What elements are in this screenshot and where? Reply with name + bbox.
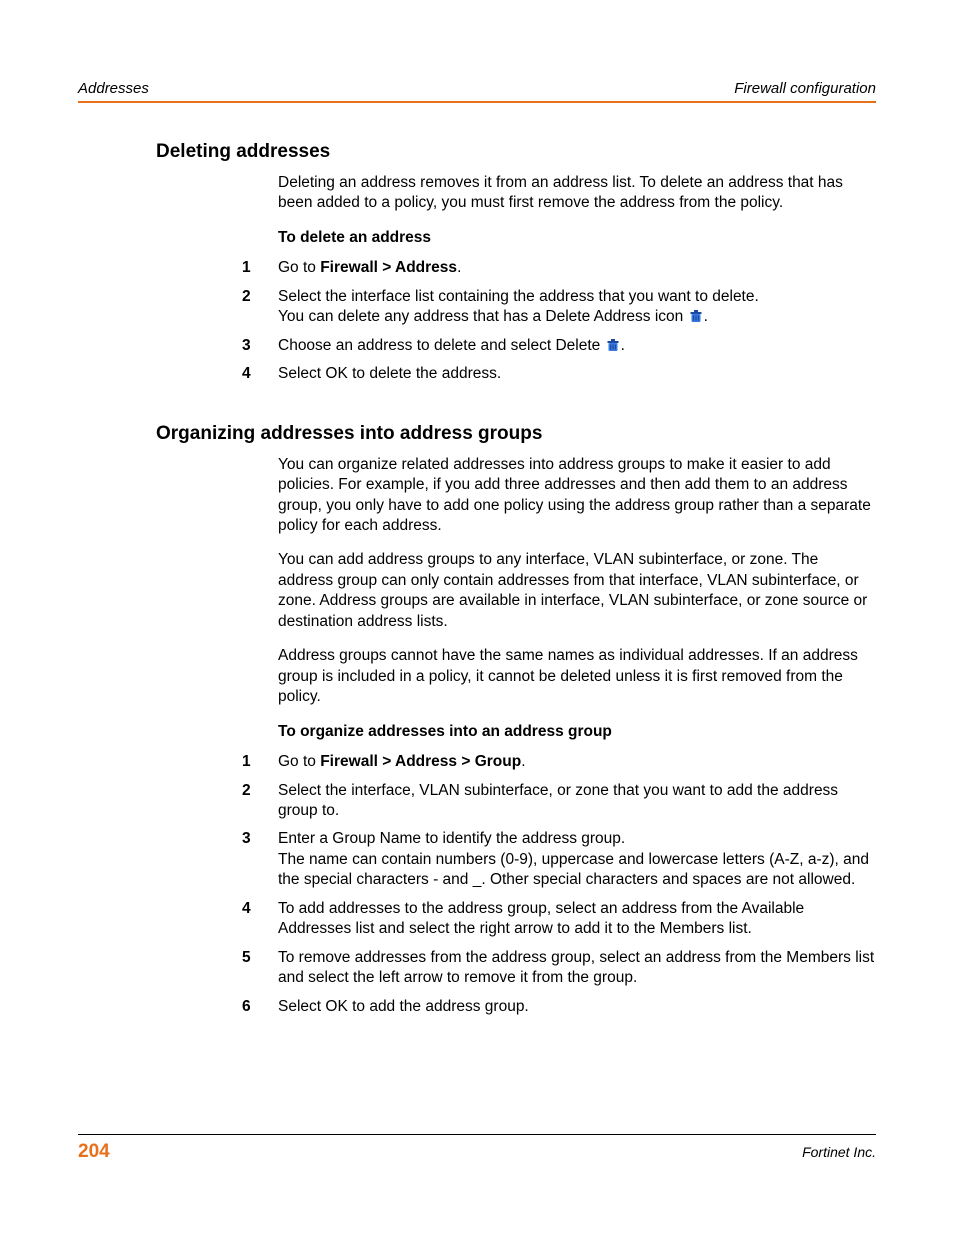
step-text: Select OK to delete the address. — [278, 364, 876, 384]
page: Addresses Firewall configuration Deletin… — [0, 0, 954, 1235]
step: 2 Select the interface list containing t… — [242, 287, 876, 328]
procedure-title: To delete an address — [278, 228, 876, 248]
step-number: 5 — [242, 948, 278, 968]
section-body: Deleting an address removes it from an a… — [78, 173, 876, 385]
header-left: Addresses — [78, 80, 149, 97]
step-number: 1 — [242, 752, 278, 772]
intro-paragraph: Deleting an address removes it from an a… — [278, 173, 876, 214]
step-text-suffix: . — [457, 259, 461, 276]
step-number: 3 — [242, 829, 278, 849]
step-text: To remove addresses from the address gro… — [278, 948, 876, 989]
step-number: 6 — [242, 997, 278, 1017]
step-text-bold: Firewall > Address > Group — [320, 753, 521, 770]
step-line: Enter a Group Name to identify the addre… — [278, 829, 876, 849]
page-footer: 204 Fortinet Inc. — [78, 1134, 876, 1163]
step-text: Select the interface, VLAN subinterface,… — [278, 781, 876, 822]
step-text: Enter a Group Name to identify the addre… — [278, 829, 876, 890]
step: 2 Select the interface, VLAN subinterfac… — [242, 781, 876, 822]
section-deleting-addresses: Deleting addresses Deleting an address r… — [78, 103, 876, 385]
section-heading: Deleting addresses — [78, 141, 876, 163]
intro-paragraph: You can add address groups to any interf… — [278, 550, 876, 632]
step-text-bold: Firewall > Address — [320, 259, 457, 276]
step-text-prefix: Go to — [278, 259, 320, 276]
step-line-after: . — [621, 337, 625, 354]
procedure-title: To organize addresses into an address gr… — [278, 722, 876, 742]
footer-row: 204 Fortinet Inc. — [78, 1141, 876, 1163]
step-number: 3 — [242, 336, 278, 356]
step: 3 Enter a Group Name to identify the add… — [242, 829, 876, 890]
running-header: Addresses Firewall configuration — [78, 80, 876, 97]
section-body: You can organize related addresses into … — [78, 455, 876, 1017]
step: 6 Select OK to add the address group. — [242, 997, 876, 1017]
step-text-suffix: . — [521, 753, 525, 770]
step-number: 4 — [242, 364, 278, 384]
header-right: Firewall configuration — [734, 80, 876, 97]
step-line: You can delete any address that has a De… — [278, 307, 876, 327]
step-line: The name can contain numbers (0-9), uppe… — [278, 850, 876, 891]
step-text-prefix: Go to — [278, 753, 320, 770]
trash-icon — [688, 308, 704, 324]
step: 5 To remove addresses from the address g… — [242, 948, 876, 989]
step-text: To add addresses to the address group, s… — [278, 899, 876, 940]
step-line-before: Choose an address to delete and select D… — [278, 337, 605, 354]
step-text: Select OK to add the address group. — [278, 997, 876, 1017]
intro-paragraph: Address groups cannot have the same name… — [278, 646, 876, 707]
step-text: Go to Firewall > Address. — [278, 258, 876, 278]
procedure-steps: 1 Go to Firewall > Address > Group. 2 Se… — [278, 752, 876, 1017]
step-text: Go to Firewall > Address > Group. — [278, 752, 876, 772]
page-number: 204 — [78, 1141, 110, 1163]
step-text: Select the interface list containing the… — [278, 287, 876, 328]
step-line-before: You can delete any address that has a De… — [278, 308, 688, 325]
intro-paragraph: You can organize related addresses into … — [278, 455, 876, 537]
step-number: 2 — [242, 781, 278, 801]
step-number: 1 — [242, 258, 278, 278]
procedure-steps: 1 Go to Firewall > Address. 2 Select the… — [278, 258, 876, 384]
step: 4 To add addresses to the address group,… — [242, 899, 876, 940]
step-number: 4 — [242, 899, 278, 919]
step-line: Select the interface list containing the… — [278, 287, 876, 307]
step-number: 2 — [242, 287, 278, 307]
step: 1 Go to Firewall > Address. — [242, 258, 876, 278]
section-heading: Organizing addresses into address groups — [78, 423, 876, 445]
footer-brand: Fortinet Inc. — [802, 1144, 876, 1160]
step-line-after: . — [704, 308, 708, 325]
section-organizing-addresses: Organizing addresses into address groups… — [78, 423, 876, 1017]
step-text: Choose an address to delete and select D… — [278, 336, 876, 356]
step: 1 Go to Firewall > Address > Group. — [242, 752, 876, 772]
footer-rule — [78, 1134, 876, 1135]
step: 3 Choose an address to delete and select… — [242, 336, 876, 356]
trash-icon — [605, 337, 621, 353]
step: 4 Select OK to delete the address. — [242, 364, 876, 384]
